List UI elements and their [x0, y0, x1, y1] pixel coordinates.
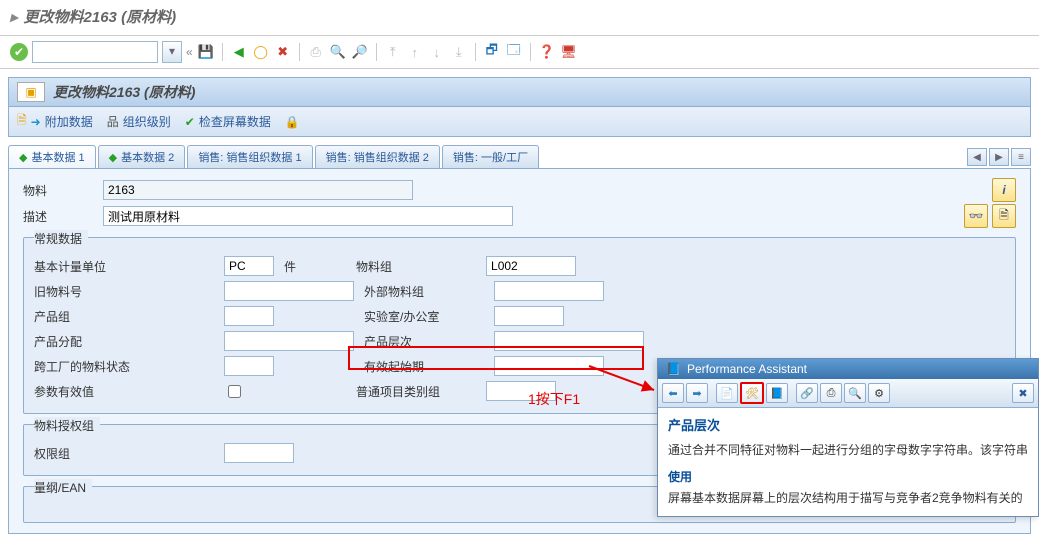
- tab-sales1[interactable]: 销售: 销售组织数据 1: [187, 145, 312, 168]
- page-first-icon: ⤒: [384, 43, 402, 61]
- screen-title: 更改物料2163 (原材料): [53, 82, 195, 102]
- screen-toolbar: 🗎 ➜附加数据 品组织级别 ✔检查屏幕数据 🔒: [8, 107, 1031, 137]
- material-label: 物料: [23, 182, 103, 199]
- assist-title: Performance Assistant: [687, 362, 807, 376]
- assist-heading2: 使用: [668, 468, 1028, 487]
- print-icon: ⎙: [307, 43, 325, 61]
- addl-data-button[interactable]: 🗎 ➜附加数据: [17, 111, 93, 132]
- assist-find-icon[interactable]: 🔍: [844, 383, 866, 403]
- alloc-field[interactable]: [224, 331, 354, 351]
- itemcat-label: 普通项目类别组: [356, 383, 476, 400]
- param-label: 参数有效值: [34, 383, 134, 400]
- page-up-icon: ↑: [406, 43, 424, 61]
- auth-label: 权限组: [34, 445, 134, 462]
- description-label: 描述: [23, 208, 103, 225]
- check-screen-button[interactable]: ✔检查屏幕数据: [185, 113, 271, 130]
- division-label: 产品组: [34, 308, 134, 325]
- oldmat-field[interactable]: [224, 281, 354, 301]
- tab-basic2[interactable]: ◆基本数据 2: [98, 145, 186, 168]
- assist-para2: 屏幕基本数据屏幕上的层次结构用于描写与竞争者2竞争物料有关的: [668, 489, 1028, 508]
- tab-sales-plant[interactable]: 销售: 一般/工厂: [442, 145, 539, 168]
- ok-icon[interactable]: ✔: [10, 43, 28, 61]
- assist-para1: 通过合并不同特征对物料一起进行分组的字母数字字符串。该字符串: [668, 441, 1028, 460]
- glasses-icon[interactable]: 👓: [964, 204, 988, 228]
- window-title: 更改物料2163 (原材料): [24, 6, 177, 27]
- tab-sales2[interactable]: 销售: 销售组织数据 2: [315, 145, 440, 168]
- find-icon: 🔍: [329, 43, 347, 61]
- uom-text: 件: [284, 258, 296, 275]
- assist-cfg-icon[interactable]: ⚙: [868, 383, 890, 403]
- screen-title-bar: ▣ 更改物料2163 (原材料): [8, 77, 1031, 107]
- tab-scroll-left[interactable]: ◀: [967, 148, 987, 166]
- matgroup-label: 物料组: [356, 258, 456, 275]
- assist-title-bar: 📘 Performance Assistant: [658, 359, 1038, 379]
- org-levels-button[interactable]: 品组织级别: [107, 113, 171, 130]
- layout-icon[interactable]: 🗔: [505, 43, 523, 61]
- oldmat-label: 旧物料号: [34, 283, 134, 300]
- auth-group-title: 物料授权组: [34, 417, 100, 434]
- assist-link-icon[interactable]: 🔗: [796, 383, 818, 403]
- assist-book-icon[interactable]: 📘: [766, 383, 788, 403]
- assist-title-icon: 📘: [666, 362, 681, 376]
- page-down-icon: ↓: [428, 43, 446, 61]
- tab-list[interactable]: ≡: [1011, 148, 1031, 166]
- status-field[interactable]: [224, 356, 274, 376]
- uom-field[interactable]: [224, 256, 274, 276]
- assist-print-icon[interactable]: ⎙: [820, 383, 842, 403]
- material-field[interactable]: [103, 180, 413, 200]
- assist-toolbar: ⬅ ➡ 📄 🛠 📘 🔗 ⎙ 🔍 ⚙ ✖: [658, 379, 1038, 408]
- assist-back-icon[interactable]: ⬅: [662, 383, 684, 403]
- assist-body: 产品层次 通过合并不同特征对物料一起进行分组的字母数字字符串。该字符串 使用 屏…: [658, 408, 1038, 516]
- help-icon[interactable]: ❓: [538, 43, 556, 61]
- uom-label: 基本计量单位: [34, 258, 134, 275]
- matgroup-field[interactable]: [486, 256, 576, 276]
- assist-techinfo-icon[interactable]: 🛠: [740, 382, 764, 404]
- auth-field[interactable]: [224, 443, 294, 463]
- annotation-f1-text: 1按下F1: [528, 389, 580, 409]
- page-last-icon: ⤓: [450, 43, 468, 61]
- info-icon[interactable]: i: [992, 178, 1016, 202]
- command-toolbar: ✔ ▾ « 💾 ◀ ◯ ✖ ⎙ 🔍 🔎 ⤒ ↑ ↓ ⤓ 🗗 🗔 ❓ 🖥: [0, 36, 1039, 69]
- description-field[interactable]: [103, 206, 513, 226]
- lab-field[interactable]: [494, 306, 564, 326]
- lock-icon: 🔒: [285, 115, 300, 129]
- status-label: 跨工厂的物料状态: [34, 358, 154, 375]
- new-session-icon[interactable]: 🗗: [483, 43, 501, 61]
- ean-group-title: 量纲/EAN: [34, 479, 92, 496]
- extmg-field[interactable]: [494, 281, 604, 301]
- alloc-label: 产品分配: [34, 333, 134, 350]
- tab-scroll-right[interactable]: ▶: [989, 148, 1009, 166]
- extmg-label: 外部物料组: [364, 283, 484, 300]
- tab-basic1[interactable]: ◆基本数据 1: [8, 145, 96, 168]
- performance-assistant: 📘 Performance Assistant ⬅ ➡ 📄 🛠 📘 🔗 ⎙ 🔍 …: [657, 358, 1039, 517]
- save-icon[interactable]: 💾: [197, 43, 215, 61]
- command-input[interactable]: [32, 41, 158, 63]
- findnext-icon: 🔎: [351, 43, 369, 61]
- chev-left-icon[interactable]: «: [186, 45, 193, 59]
- tech-info-icon[interactable]: 🖥: [560, 43, 578, 61]
- annotation-hierarchy-box: [348, 346, 644, 370]
- division-field[interactable]: [224, 306, 274, 326]
- exit-icon[interactable]: ◯: [252, 43, 270, 61]
- back-icon[interactable]: ◀: [230, 43, 248, 61]
- lab-label: 实验室/办公室: [364, 308, 484, 325]
- doc-icon[interactable]: 🗎: [992, 204, 1016, 228]
- assist-close-icon[interactable]: ✖: [1012, 383, 1034, 403]
- assist-doc-icon[interactable]: 📄: [716, 383, 738, 403]
- cancel-icon[interactable]: ✖: [274, 43, 292, 61]
- window-title-bar: ▸ 更改物料2163 (原材料): [0, 0, 1039, 36]
- command-dropdown[interactable]: ▾: [162, 41, 182, 63]
- assist-heading: 产品层次: [668, 416, 1028, 437]
- assist-fwd-icon[interactable]: ➡: [686, 383, 708, 403]
- general-data-title: 常规数据: [34, 230, 88, 247]
- tabstrip: ◆基本数据 1 ◆基本数据 2 销售: 销售组织数据 1 销售: 销售组织数据 …: [8, 145, 1031, 169]
- screen-icon: ▣: [17, 82, 45, 102]
- param-checkbox[interactable]: [228, 385, 241, 398]
